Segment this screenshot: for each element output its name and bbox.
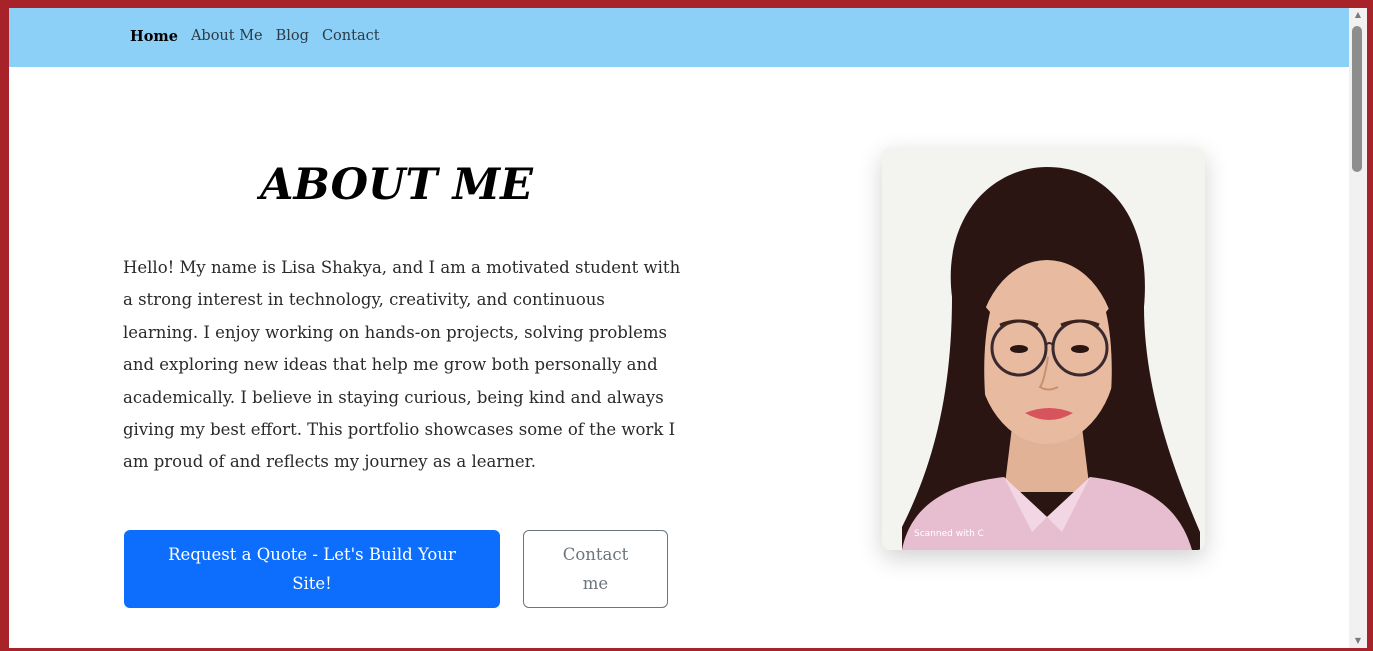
browser-page: Home About Me Blog Contact ABOUT ME Hell… <box>0 0 1373 651</box>
scroll-down-arrow-icon[interactable]: ▼ <box>1349 634 1367 648</box>
scroll-up-arrow-icon[interactable]: ▲ <box>1349 8 1367 22</box>
vertical-scrollbar[interactable]: ▲ ▼ <box>1349 8 1367 648</box>
profile-photo: Scanned with C <box>882 147 1205 550</box>
portrait-illustration: Scanned with C <box>882 147 1205 550</box>
navbar: Home About Me Blog Contact <box>9 8 1349 67</box>
nav-link-blog[interactable]: Blog <box>276 28 309 45</box>
nav-link-contact[interactable]: Contact <box>322 28 380 45</box>
nav-link-home[interactable]: Home <box>130 28 178 45</box>
contact-me-button[interactable]: Contact me <box>523 530 668 608</box>
page-title: ABOUT ME <box>260 160 533 210</box>
scrollbar-thumb[interactable] <box>1352 26 1362 172</box>
nav-link-about-me[interactable]: About Me <box>191 28 263 45</box>
nav-links: Home About Me Blog Contact <box>130 28 393 45</box>
about-paragraph: Hello! My name is Lisa Shakya, and I am … <box>123 258 681 472</box>
request-quote-button[interactable]: Request a Quote - Let's Build Your Site! <box>124 530 500 608</box>
photo-watermark: Scanned with C <box>914 529 984 539</box>
